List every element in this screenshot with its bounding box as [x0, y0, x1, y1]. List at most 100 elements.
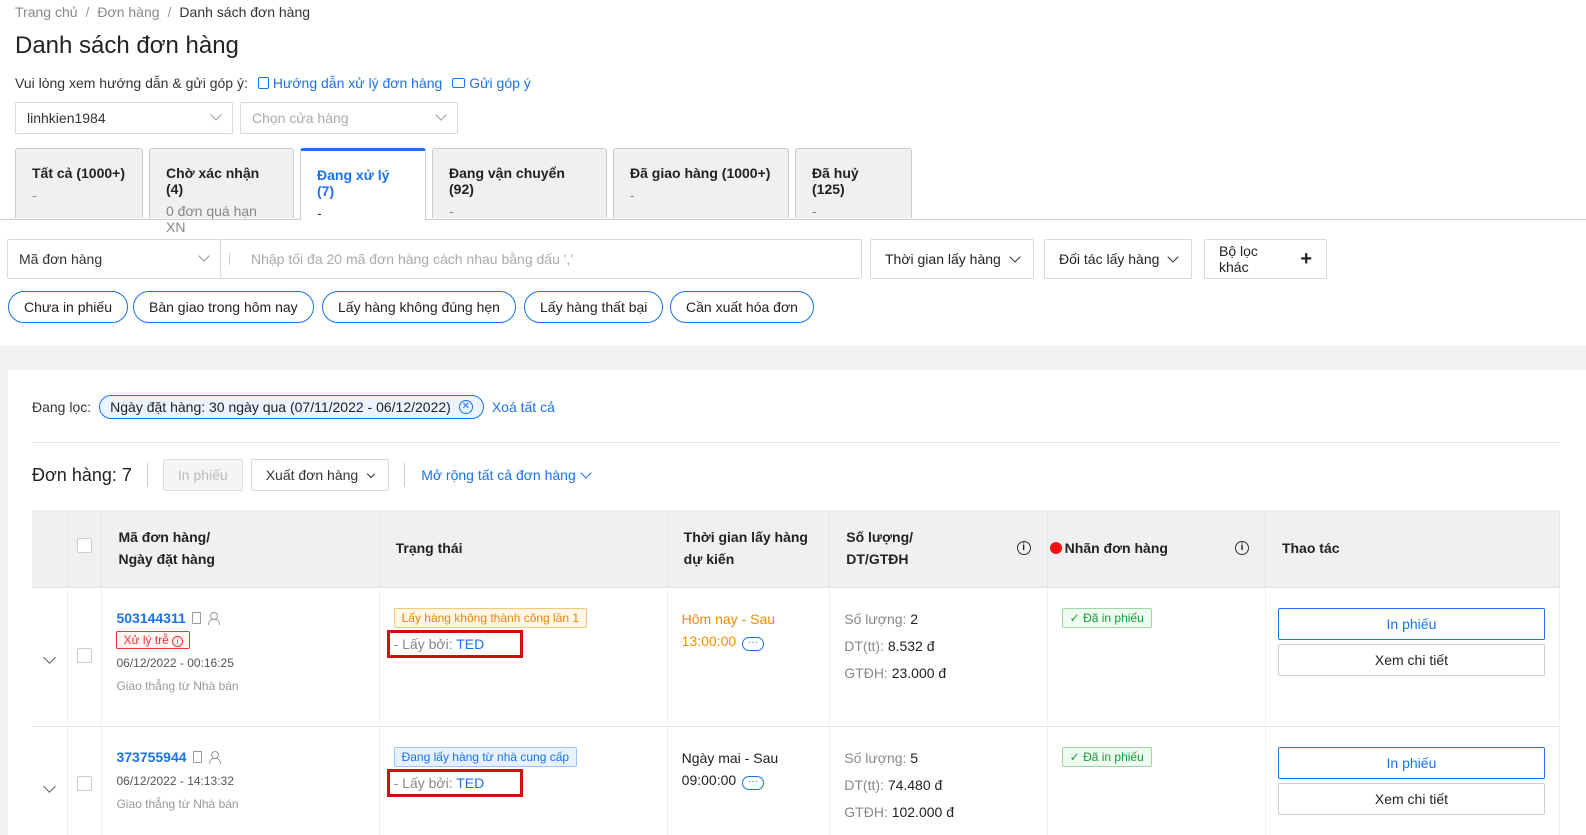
guide-link[interactable]: Hướng dẫn xử lý đơn hàng: [257, 75, 442, 91]
quick-filter-handover-today[interactable]: Bàn giao trong hôm nay: [133, 291, 314, 323]
more-icon[interactable]: ···: [742, 636, 765, 651]
pickup-time-filter[interactable]: Thời gian lấy hàng: [870, 239, 1034, 279]
left-gutter: [0, 346, 8, 835]
qty-value: 5: [910, 749, 919, 766]
header-label: Nhãn đơn hàng i: [1047, 510, 1266, 587]
status-tag: Đang lấy hàng từ nhà cung cấp: [393, 746, 578, 767]
orders-table: Mã đơn hàng/Ngày đặt hàng Trạng thái Thờ…: [32, 510, 1561, 835]
print-button-disabled[interactable]: In phiếu: [162, 459, 243, 491]
tab-sub: -: [812, 203, 817, 219]
shipping-method: Giao thẳng từ Nhà bán: [116, 678, 239, 693]
status-tag: Lấy hàng không thành công lần 1: [393, 607, 588, 628]
header-order: Mã đơn hàng/Ngày đặt hàng: [101, 510, 380, 587]
breadcrumb-orders[interactable]: Đơn hàng: [97, 4, 159, 20]
pickup-time-cell: Ngày mai - Sau 09:00:00 ···: [667, 725, 831, 835]
printed-tag: ✓ Đã in phiếu: [1061, 607, 1152, 628]
carrier-name[interactable]: TED: [456, 775, 484, 791]
order-cell: 503144311 Xử lý trễ i 06/12/2022 - 00:16…: [101, 586, 380, 726]
other-filters-button[interactable]: Bộ lọc khác +: [1204, 239, 1327, 279]
copy-icon[interactable]: [191, 611, 201, 624]
chevron-down-icon: [366, 469, 376, 478]
header-label-text: Nhãn đơn hàng: [1064, 540, 1168, 557]
table-row: 503144311 Xử lý trễ i 06/12/2022 - 00:16…: [32, 586, 1561, 726]
close-icon[interactable]: ✕: [458, 400, 473, 414]
breadcrumb: Trang chủ / Đơn hàng / Danh sách đơn hàng: [15, 4, 311, 20]
search-type-select[interactable]: Mã đơn hàng: [7, 239, 221, 279]
feedback-link[interactable]: Gửi góp ý: [452, 75, 531, 91]
copy-icon[interactable]: [192, 750, 202, 763]
order-id-link[interactable]: 503144311: [116, 610, 185, 626]
info-icon[interactable]: i: [1234, 541, 1249, 555]
chevron-down-icon: [580, 467, 592, 479]
row-expand-cell: [32, 725, 69, 835]
pickup-partner-label: Đối tác lấy hàng: [1059, 251, 1160, 267]
pickup-partner-filter[interactable]: Đối tác lấy hàng: [1044, 239, 1193, 279]
gtdh-label: GTĐH:: [844, 664, 888, 681]
print-button[interactable]: In phiếu: [1277, 607, 1545, 640]
export-button[interactable]: Xuất đơn hàng: [250, 459, 390, 491]
shipping-method: Giao thẳng từ Nhà bán: [116, 796, 239, 811]
carrier-name[interactable]: TED: [456, 636, 484, 652]
chevron-down-icon: [198, 250, 210, 262]
more-icon[interactable]: ···: [742, 775, 765, 790]
order-id-link[interactable]: 373755944: [116, 749, 186, 765]
header-actions: Thao tác: [1265, 510, 1561, 587]
quick-filter-need-invoice[interactable]: Cần xuất hóa đơn: [670, 291, 814, 323]
table-header: Mã đơn hàng/Ngày đặt hàng Trạng thái Thờ…: [32, 510, 1561, 587]
label-cell: ✓ Đã in phiếu: [1047, 586, 1266, 726]
quick-filter-late-pickup[interactable]: Lấy hàng không đúng hẹn: [322, 291, 516, 323]
tab-all[interactable]: Tất cả (1000+) -: [15, 148, 143, 218]
info-icon: i: [172, 635, 184, 647]
view-detail-button[interactable]: Xem chi tiết: [1277, 782, 1545, 815]
export-label: Xuất đơn hàng: [265, 467, 359, 483]
user-icon: [207, 611, 220, 625]
tab-sub: -: [317, 205, 322, 221]
store-select[interactable]: Chọn cửa hàng: [240, 102, 458, 134]
feedback-link-label: Gửi góp ý: [469, 75, 531, 91]
orders-toolbar: Đơn hàng: 7 In phiếu Xuất đơn hàng Mở rộ…: [32, 458, 592, 492]
header-order-line1: Mã đơn hàng/: [118, 529, 211, 546]
store-select-placeholder: Chọn cửa hàng: [252, 110, 349, 126]
breadcrumb-home[interactable]: Trang chủ: [15, 4, 78, 20]
info-icon[interactable]: i: [1016, 541, 1031, 555]
qty-label: Số lượng:: [844, 610, 907, 627]
clear-all-link[interactable]: Xoá tất cả: [492, 399, 555, 415]
expand-all-label: Mở rộng tất cả đơn hàng: [421, 467, 576, 483]
late-badge: Xử lý trễ i: [116, 630, 191, 649]
tab-sub: -: [630, 187, 635, 203]
row-checkbox[interactable]: [77, 647, 93, 663]
chevron-down-icon[interactable]: [43, 780, 57, 794]
quick-filter-unprinted[interactable]: Chưa in phiếu: [8, 291, 128, 323]
orders-count: Đơn hàng: 7: [32, 464, 132, 485]
account-select[interactable]: linhkien1984: [15, 102, 233, 134]
tab-pending-confirm[interactable]: Chờ xác nhận (4) 0 đơn quá hạn XN: [149, 148, 294, 235]
tab-processing[interactable]: Đang xử lý (7) -: [300, 148, 426, 221]
pickup-time-line1: Ngày mai - Sau: [681, 749, 779, 766]
print-button[interactable]: In phiếu: [1277, 746, 1545, 779]
pickup-time-line1: Hôm nay - Sau: [681, 610, 776, 627]
active-filters: Đang lọc: Ngày đặt hàng: 30 ngày qua (07…: [32, 395, 555, 419]
select-all-checkbox[interactable]: [77, 538, 93, 554]
dt-label: DT(tt):: [844, 776, 884, 793]
view-detail-button[interactable]: Xem chi tiết: [1277, 643, 1545, 676]
order-search-input[interactable]: Nhập tối đa 20 mã đơn hàng cách nhau bằn…: [220, 239, 862, 279]
row-checkbox[interactable]: [77, 776, 93, 792]
picked-by-label: - Lấy bởi:: [393, 635, 453, 652]
status-tabs: Tất cả (1000+) - Chờ xác nhận (4) 0 đơn …: [0, 148, 1586, 235]
section-separator: [0, 346, 1586, 370]
tab-shipping[interactable]: Đang vận chuyển (92) -: [432, 148, 607, 219]
gtdh-value: 23.000 đ: [891, 664, 947, 681]
notification-dot: [1049, 542, 1062, 555]
search-placeholder: Nhập tối đa 20 mã đơn hàng cách nhau bằn…: [251, 251, 573, 267]
quantity-cell: Số lượng: 2 DT(tt): 8.532 đ GTĐH: 23.000…: [829, 586, 1048, 726]
chevron-down-icon[interactable]: [43, 650, 57, 664]
quick-filter-pickup-failed[interactable]: Lấy hàng thất bại: [524, 291, 664, 323]
divider: [146, 463, 148, 487]
chevron-down-icon: [1167, 251, 1180, 263]
pill-label: Bàn giao trong hôm nay: [149, 299, 298, 315]
pill-label: Lấy hàng không đúng hẹn: [338, 299, 500, 315]
tab-delivered[interactable]: Đã giao hàng (1000+) -: [613, 148, 789, 218]
tab-label: Đã giao hàng (1000+): [630, 165, 771, 181]
tab-cancelled[interactable]: Đã huỷ (125) -: [795, 148, 912, 219]
expand-all-link[interactable]: Mở rộng tất cả đơn hàng: [421, 467, 592, 483]
